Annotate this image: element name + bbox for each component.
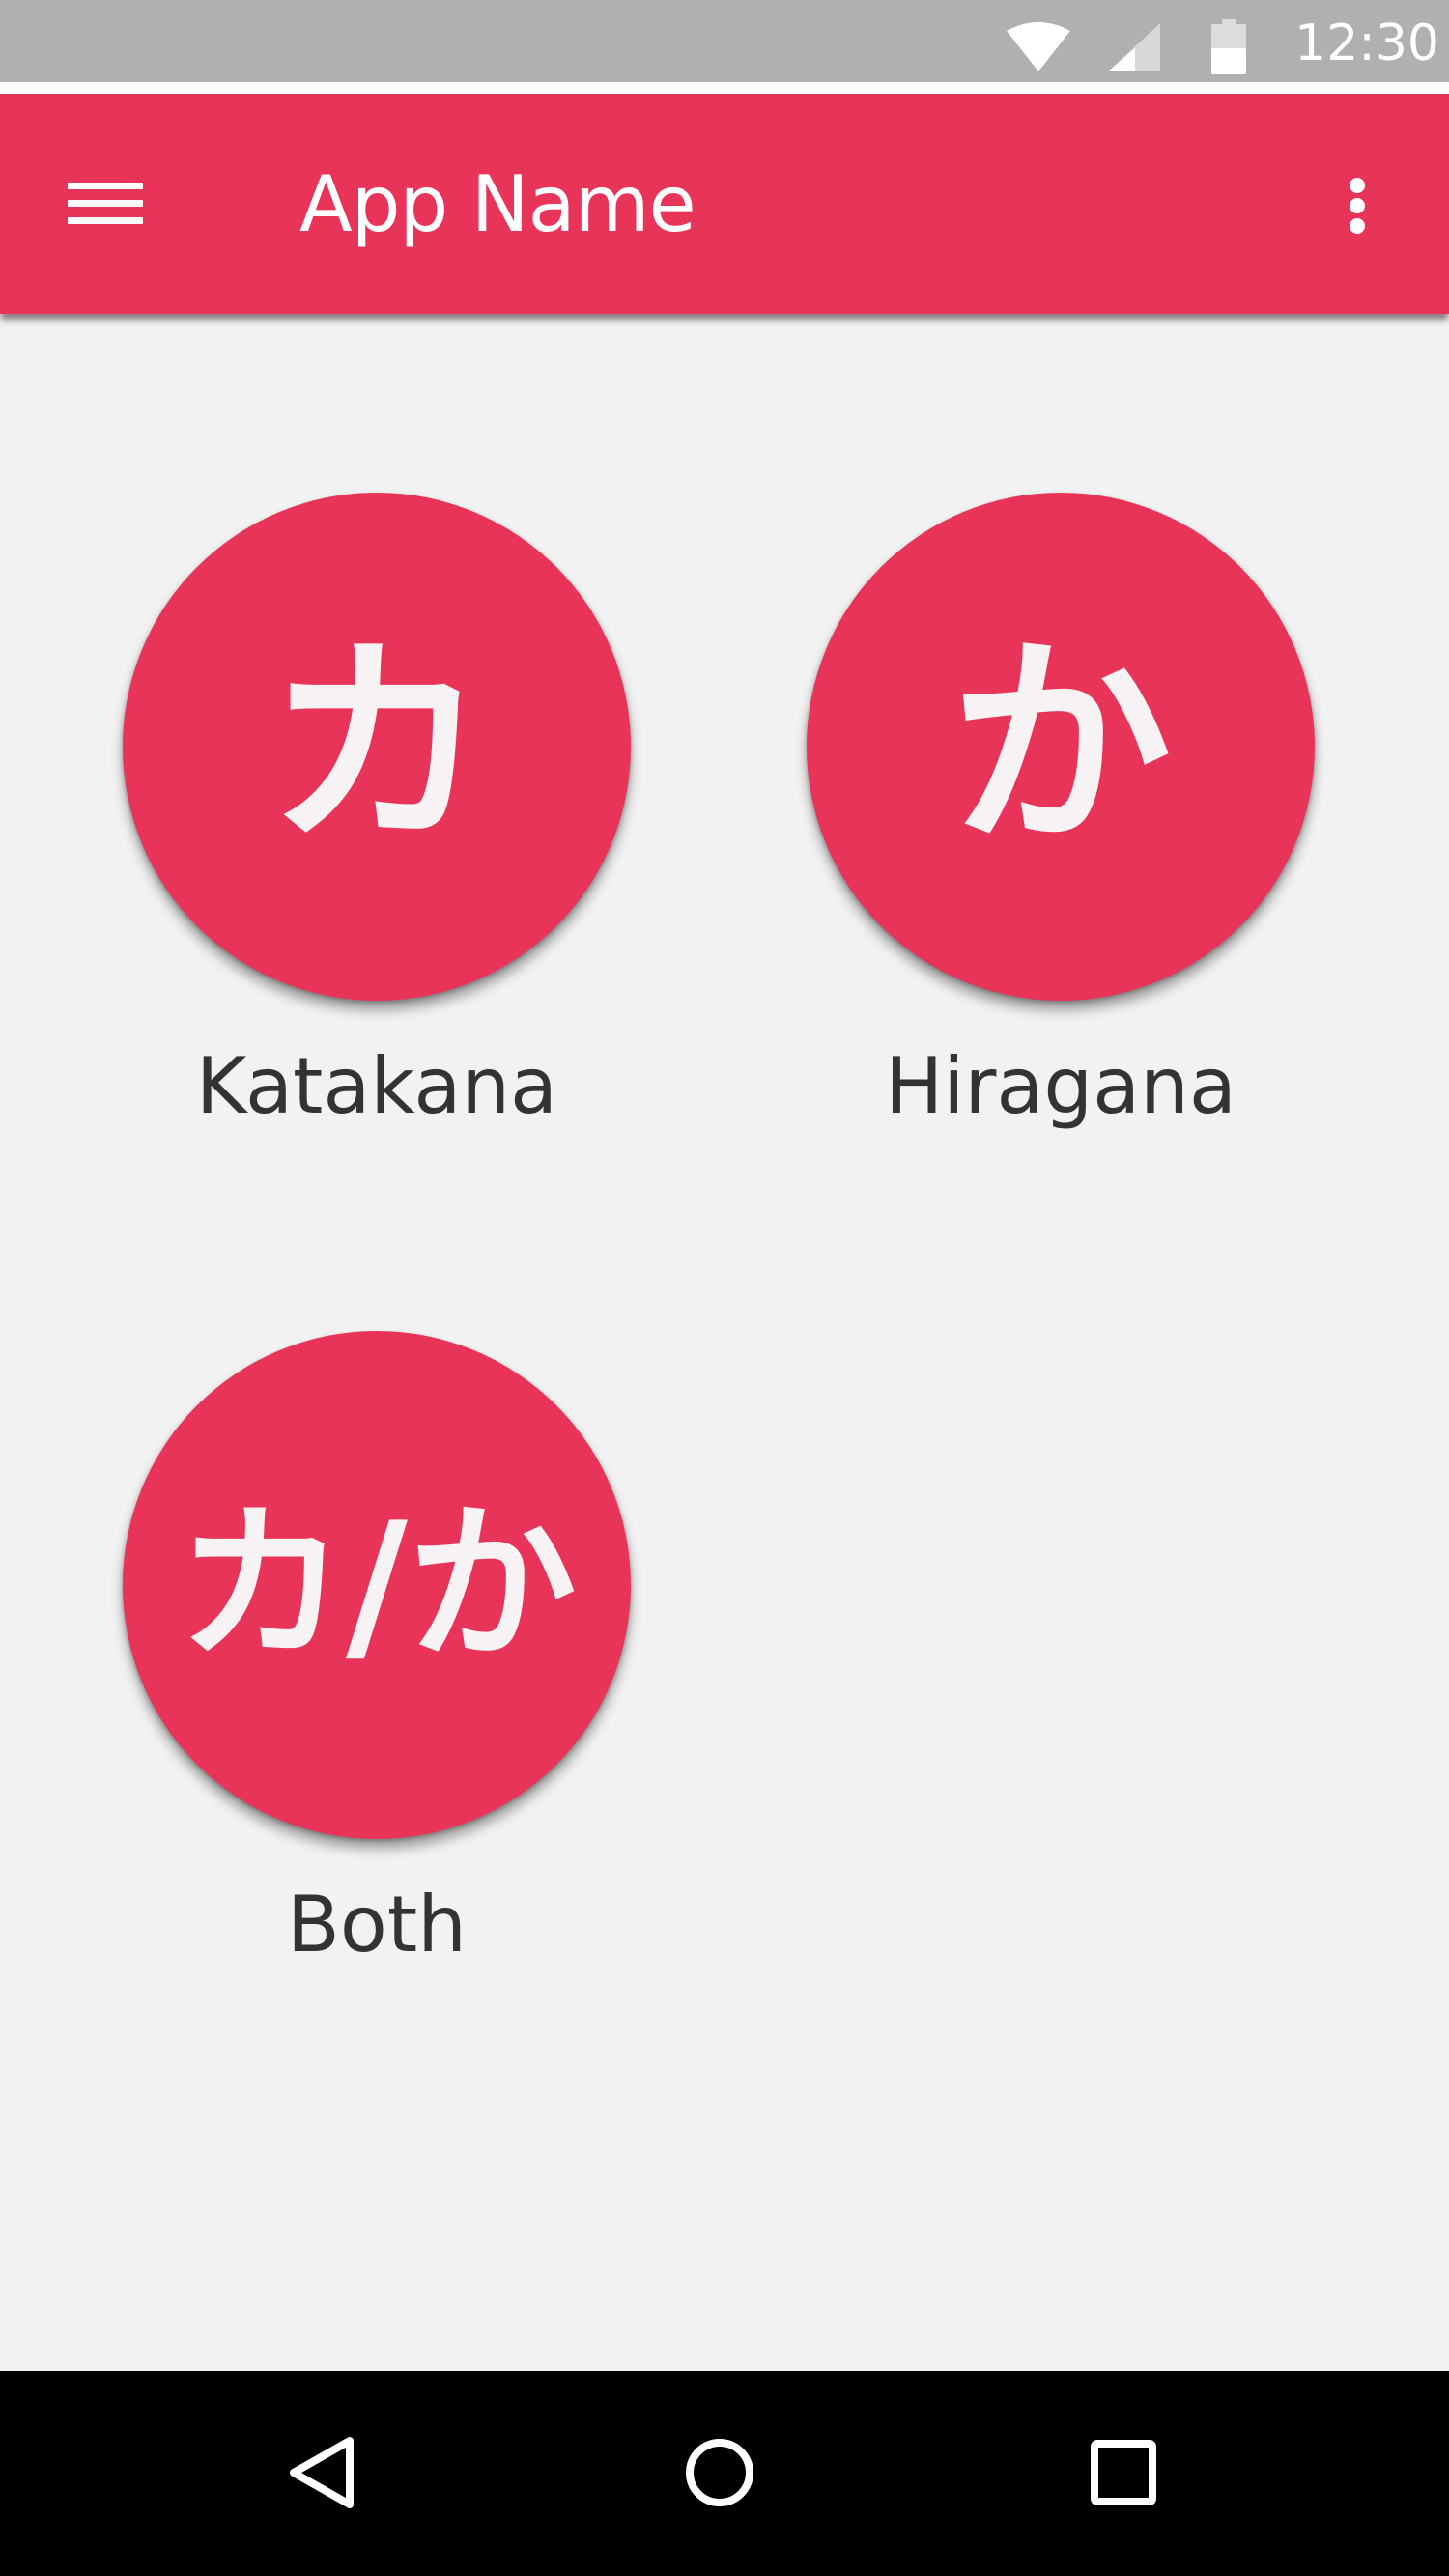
navigation-bar [0,2371,1449,2576]
katakana-label: Katakana [195,1041,558,1131]
status-bar-divider [0,82,1449,94]
hiragana-option[interactable]: か Hiragana [790,493,1331,1131]
katakana-button[interactable]: カ [123,493,631,1001]
cellular-signal-icon [1106,21,1162,73]
hiragana-glyph: か [949,617,1172,875]
hamburger-menu-icon[interactable] [53,152,159,248]
more-vert-icon[interactable] [1314,152,1401,258]
wifi-icon [1005,21,1072,73]
battery-icon [1209,19,1248,75]
status-bar: 12:30 [0,0,1449,82]
katakana-option[interactable]: カ Katakana [106,493,647,1131]
status-clock: 12:30 [1294,14,1439,72]
app-title: App Name [299,159,696,249]
hiragana-button[interactable]: か [807,493,1315,1001]
katakana-glyph: カ [265,617,488,875]
both-option[interactable]: カ/か Both [106,1331,647,1969]
hiragana-label: Hiragana [885,1041,1236,1131]
back-icon[interactable] [270,2420,377,2526]
both-glyph: カ/か [177,1486,577,1684]
recents-icon[interactable] [1070,2420,1177,2526]
app-bar: App Name [0,94,1449,314]
both-label: Both [287,1880,467,1969]
home-icon[interactable] [667,2420,773,2526]
both-button[interactable]: カ/か [123,1331,631,1839]
